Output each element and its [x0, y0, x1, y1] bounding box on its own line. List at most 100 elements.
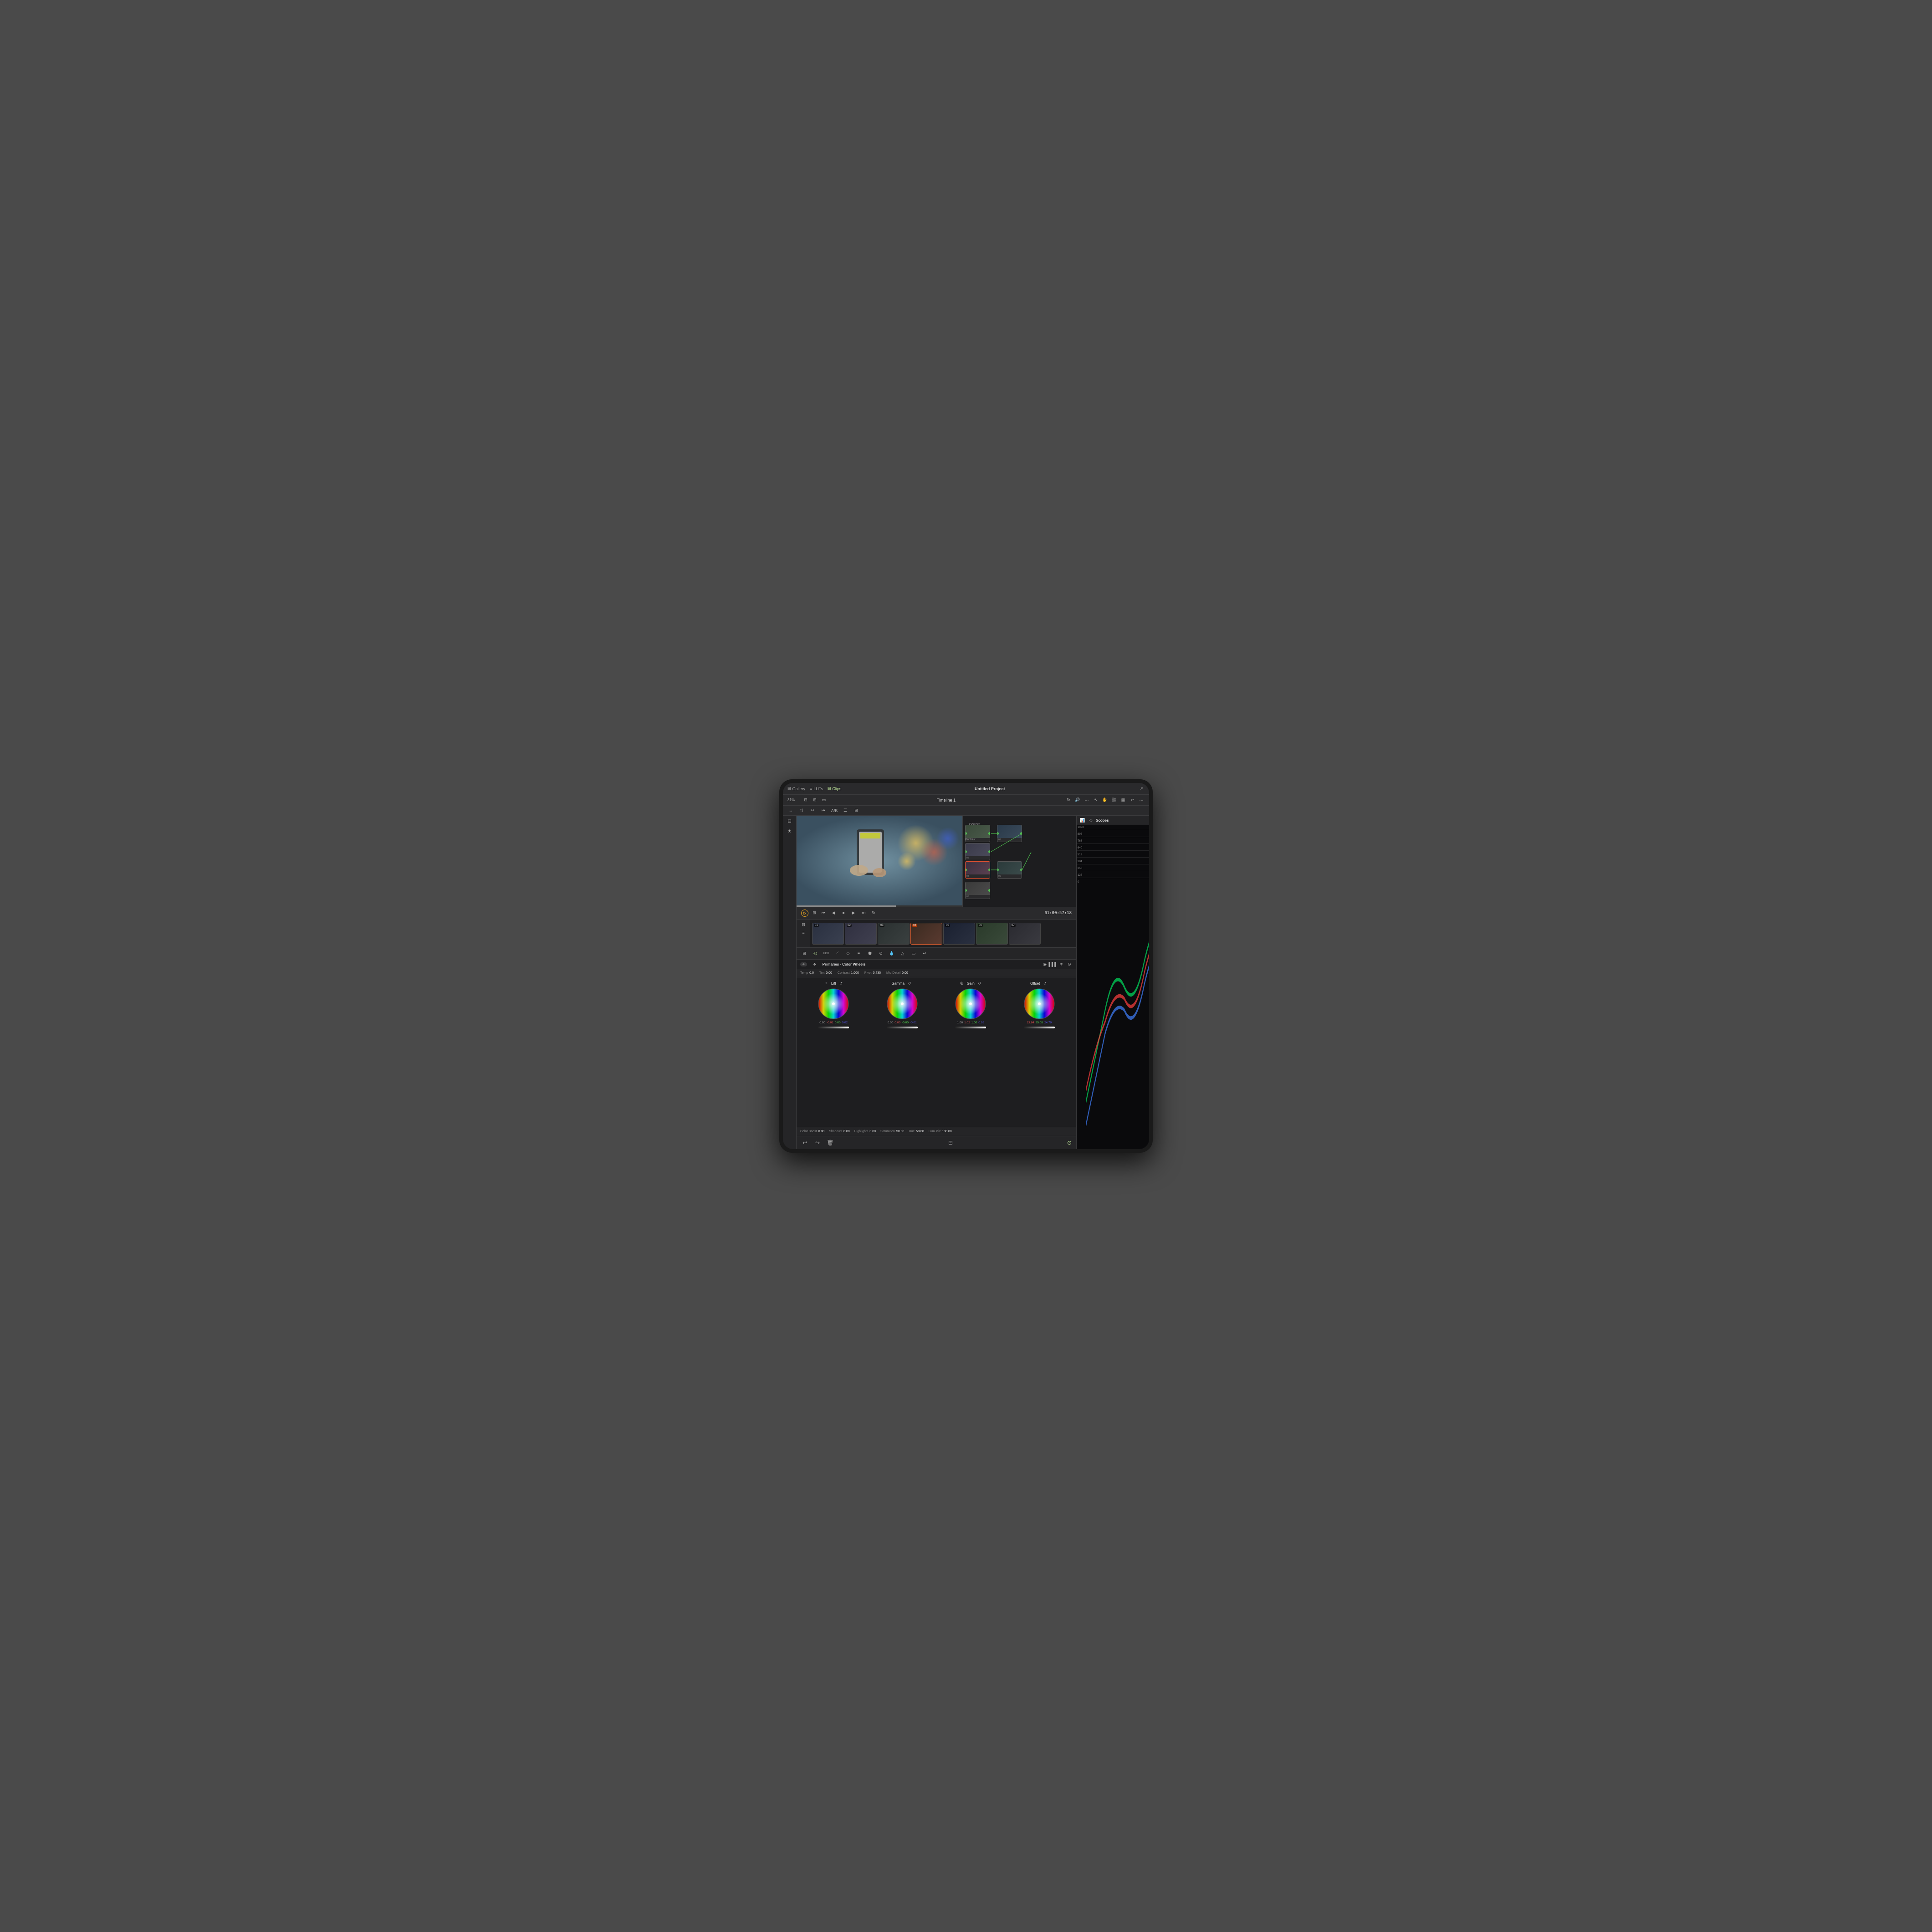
film-icon[interactable]: ⊟	[947, 1140, 954, 1146]
lum-mix-value[interactable]: 100.00	[942, 1130, 951, 1133]
undo-button[interactable]: ↩	[800, 1138, 809, 1147]
ab-icon[interactable]: A/B	[831, 808, 838, 814]
offset-bar[interactable]	[1024, 1027, 1055, 1028]
strip-02[interactable]: 02	[845, 923, 877, 945]
audio-icon[interactable]: 🔊	[1074, 797, 1081, 803]
strip-03[interactable]: 03	[878, 923, 910, 945]
strip-04[interactable]: 04	[910, 923, 942, 945]
qualifier-tool[interactable]: ◇	[844, 950, 852, 958]
raw-tool[interactable]: ▭	[910, 950, 918, 958]
pivot-value[interactable]: 0.435	[873, 971, 881, 975]
3d-lut-tool[interactable]: ↩	[920, 950, 929, 958]
pivot-param: Pivot 0.435	[864, 971, 881, 975]
battery-icon[interactable]: ▭	[821, 797, 827, 803]
gamma-reset-icon[interactable]: ↺	[906, 980, 913, 986]
stop-icon[interactable]: ⏹	[840, 910, 847, 916]
auto-button[interactable]: A	[800, 962, 807, 966]
timeline-media-icon[interactable]: ⊟	[800, 921, 807, 928]
key-tool[interactable]: △	[899, 950, 907, 958]
fx-button[interactable]: fx	[801, 910, 808, 917]
lift-add-icon[interactable]: +	[823, 980, 829, 986]
gain-bar[interactable]	[955, 1027, 986, 1028]
gain-reset-icon[interactable]: ↺	[976, 980, 983, 986]
skip-icon[interactable]: ⏮	[820, 808, 827, 814]
lift-bar[interactable]	[818, 1027, 849, 1028]
node-06[interactable]: 06	[997, 861, 1022, 879]
more-icon[interactable]: ···	[1084, 797, 1090, 803]
arrows-icon[interactable]: ⇔	[787, 808, 794, 814]
gain-wheel[interactable]	[955, 988, 986, 1020]
loop-icon[interactable]: ↻	[870, 910, 877, 916]
swap-icon[interactable]: ⇅	[798, 808, 805, 814]
strip-01[interactable]: 01	[812, 923, 844, 945]
play-icon[interactable]: ▶	[850, 910, 857, 916]
skip-fwd-icon[interactable]: ⏭	[860, 910, 867, 916]
color-boost-value[interactable]: 0.00	[818, 1130, 825, 1133]
color-tool-1[interactable]: ⊞	[800, 950, 808, 958]
lift-reset-icon[interactable]: ↺	[838, 980, 844, 986]
hue-value[interactable]: 50.00	[916, 1130, 924, 1133]
settings-icon[interactable]: ⊙	[1066, 961, 1073, 967]
node-03[interactable]: 03	[997, 825, 1022, 842]
skip-back-icon[interactable]: ⏮	[820, 910, 827, 916]
mid-detail-value[interactable]: 0.00	[902, 971, 908, 975]
temp-value[interactable]: 0.0	[809, 971, 814, 975]
effects-icon[interactable]: ★	[787, 828, 793, 834]
waveform-icon[interactable]: ≋	[1058, 961, 1064, 967]
nav-gallery[interactable]: ⊞ Gallery	[787, 786, 805, 791]
contrast-value[interactable]: 1.000	[851, 971, 859, 975]
hdr-tool[interactable]: HDR	[822, 950, 830, 958]
redo-button[interactable]: ↪	[813, 1138, 822, 1147]
strip-07[interactable]: 07	[1009, 923, 1041, 945]
scopes-graph-icon[interactable]: 📊	[1079, 817, 1086, 823]
power-window-tool[interactable]: ⬟	[866, 950, 874, 958]
view-icon[interactable]: ⊟	[802, 797, 809, 803]
media-pool-icon[interactable]: ⊟	[787, 818, 793, 824]
scopes-diamond-icon[interactable]: ◇	[1088, 817, 1094, 823]
offset-reset-icon[interactable]: ↺	[1042, 980, 1048, 986]
undo-icon[interactable]: ↩	[1129, 797, 1135, 803]
color-palette-icon[interactable]: ⊙	[1066, 1140, 1073, 1146]
progress-bar-container[interactable]	[797, 905, 962, 907]
eyedropper-tool[interactable]: ✒	[855, 950, 863, 958]
tint-label: Tint	[819, 971, 824, 975]
grid2-icon[interactable]: ⊞	[853, 808, 859, 814]
cursor-icon[interactable]: ↖	[1093, 797, 1099, 803]
list-icon[interactable]: ☰	[842, 808, 848, 814]
node-02[interactable]: 02	[965, 843, 990, 860]
gamma-bar[interactable]	[887, 1027, 918, 1028]
curves-tool[interactable]: ⟋	[833, 950, 841, 958]
color-mode-icon[interactable]: ✥	[812, 961, 818, 967]
layers-icon[interactable]: ⊞	[811, 910, 818, 916]
grid-icon[interactable]: ⊞	[812, 797, 818, 803]
link-icon[interactable]: ⛓	[1111, 797, 1117, 803]
bars-icon[interactable]: ▌▌▌	[1050, 961, 1056, 967]
strip-05[interactable]: 05	[943, 923, 975, 945]
highlights-value[interactable]: 0.00	[869, 1130, 876, 1133]
shadows-value[interactable]: 0.00	[843, 1130, 850, 1133]
more2-icon[interactable]: ···	[1138, 797, 1145, 803]
gamma-wheel[interactable]	[886, 988, 918, 1020]
share-icon[interactable]: ↗	[1138, 786, 1145, 792]
lift-wheel[interactable]	[818, 988, 849, 1020]
blur-tool[interactable]: 💧	[888, 950, 896, 958]
hand-icon[interactable]: ✋	[1102, 797, 1108, 803]
saturation-value[interactable]: 50.00	[896, 1130, 905, 1133]
gain-add-icon[interactable]: ⊕	[959, 980, 965, 986]
prev-frame-icon[interactable]: ◀	[830, 910, 837, 916]
delete-button[interactable]: 🗑	[826, 1138, 835, 1147]
node-04[interactable]: 04	[965, 861, 990, 879]
clip-icon[interactable]: ▦	[1120, 797, 1126, 803]
scope-icon[interactable]: ◉	[1042, 961, 1048, 967]
strip-06[interactable]: 06	[976, 923, 1008, 945]
color-wheel-tool[interactable]: ◎	[811, 950, 819, 958]
tint-value[interactable]: 0.00	[826, 971, 832, 975]
nav-luts[interactable]: ≡ LUTs	[810, 787, 823, 791]
cut-icon[interactable]: ✂	[809, 808, 816, 814]
offset-wheel[interactable]	[1023, 988, 1055, 1020]
tracking-tool[interactable]: ⊙	[877, 950, 885, 958]
nav-clips[interactable]: ⊟ Clips	[828, 786, 842, 791]
refresh-icon[interactable]: ↻	[1065, 797, 1072, 803]
timeline-settings-icon[interactable]: ≡	[800, 930, 807, 936]
node-05[interactable]: 05	[965, 882, 990, 899]
